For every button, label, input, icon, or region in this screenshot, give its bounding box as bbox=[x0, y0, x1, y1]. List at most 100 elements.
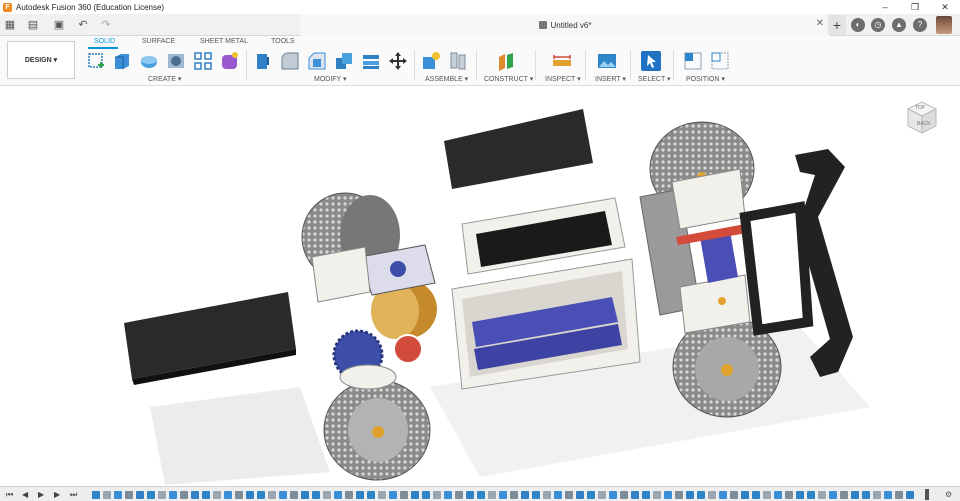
capture-position-icon[interactable] bbox=[710, 51, 730, 71]
fillet-icon[interactable] bbox=[280, 51, 300, 71]
timeline-feature-icon[interactable] bbox=[158, 491, 166, 499]
move-copy-icon[interactable] bbox=[388, 51, 408, 71]
timeline-feature-icon[interactable] bbox=[224, 491, 232, 499]
viewcube-top-label[interactable]: TOP bbox=[915, 105, 925, 111]
timeline-feature-icon[interactable] bbox=[598, 491, 606, 499]
timeline-feature-icon[interactable] bbox=[301, 491, 309, 499]
redo-icon[interactable]: ↷ bbox=[97, 17, 115, 33]
timeline-feature-icon[interactable] bbox=[653, 491, 661, 499]
timeline-feature-icon[interactable] bbox=[235, 491, 243, 499]
help-icon[interactable]: ? bbox=[913, 18, 927, 32]
timeline-feature-icon[interactable] bbox=[103, 491, 111, 499]
tab-tools[interactable]: TOOLS bbox=[271, 38, 295, 45]
timeline-feature-icon[interactable] bbox=[136, 491, 144, 499]
assemble-group-label[interactable]: ASSEMBLE ▾ bbox=[425, 75, 468, 83]
timeline-feature-icon[interactable] bbox=[895, 491, 903, 499]
timeline-feature-icon[interactable] bbox=[532, 491, 540, 499]
timeline-feature-icon[interactable] bbox=[719, 491, 727, 499]
timeline-feature-icon[interactable] bbox=[554, 491, 562, 499]
timeline-feature-icon[interactable] bbox=[246, 491, 254, 499]
timeline-feature-icon[interactable] bbox=[422, 491, 430, 499]
app-grid-icon[interactable]: ▦ bbox=[3, 17, 17, 33]
notifications-icon[interactable]: ▲ bbox=[892, 18, 906, 32]
hole-icon[interactable] bbox=[166, 51, 186, 71]
select-group-label[interactable]: SELECT ▾ bbox=[638, 75, 671, 83]
timeline-feature-icon[interactable] bbox=[114, 491, 122, 499]
shell-icon[interactable] bbox=[361, 51, 381, 71]
timeline-feature-icon[interactable] bbox=[741, 491, 749, 499]
insert-group-label[interactable]: INSERT ▾ bbox=[595, 75, 626, 83]
maximize-button[interactable]: ❐ bbox=[900, 0, 930, 14]
timeline-feature-icon[interactable] bbox=[191, 491, 199, 499]
timeline-feature-icon[interactable] bbox=[466, 491, 474, 499]
insert-image-icon[interactable] bbox=[597, 51, 617, 71]
position-group-label[interactable]: POSITION ▾ bbox=[686, 75, 725, 83]
timeline-feature-icon[interactable] bbox=[829, 491, 837, 499]
close-tab-icon[interactable]: ✕ bbox=[816, 18, 824, 29]
job-status-icon[interactable]: ◷ bbox=[871, 18, 885, 32]
timeline-feature-icon[interactable] bbox=[356, 491, 364, 499]
new-tab-button[interactable]: + bbox=[828, 15, 846, 35]
timeline-feature-icon[interactable] bbox=[202, 491, 210, 499]
timeline-feature-icon[interactable] bbox=[147, 491, 155, 499]
timeline-feature-icon[interactable] bbox=[279, 491, 287, 499]
tab-solid[interactable]: SOLID bbox=[94, 38, 115, 45]
timeline-feature-icon[interactable] bbox=[697, 491, 705, 499]
timeline-feature-icon[interactable] bbox=[796, 491, 804, 499]
chamfer-icon[interactable] bbox=[307, 51, 327, 71]
close-window-button[interactable]: ✕ bbox=[930, 0, 960, 14]
undo-icon[interactable]: ↶ bbox=[74, 17, 92, 33]
timeline-feature-icon[interactable] bbox=[213, 491, 221, 499]
timeline-feature-icon[interactable] bbox=[708, 491, 716, 499]
measure-icon[interactable] bbox=[552, 51, 572, 71]
modify-group-label[interactable]: MODIFY ▾ bbox=[314, 75, 347, 83]
timeline-feature-icon[interactable] bbox=[862, 491, 870, 499]
timeline-feature-icon[interactable] bbox=[664, 491, 672, 499]
timeline-feature-icon[interactable] bbox=[389, 491, 397, 499]
press-pull-icon[interactable] bbox=[253, 51, 273, 71]
viewcube[interactable]: TOP BACK bbox=[905, 99, 939, 139]
timeline-feature-icon[interactable] bbox=[433, 491, 441, 499]
timeline-feature-icon[interactable] bbox=[752, 491, 760, 499]
timeline-feature-icon[interactable] bbox=[334, 491, 342, 499]
select-icon[interactable] bbox=[641, 51, 661, 71]
save-icon[interactable]: ▣ bbox=[52, 17, 66, 33]
user-avatar[interactable] bbox=[936, 16, 952, 34]
timeline-feature-icon[interactable] bbox=[631, 491, 639, 499]
timeline-feature-icon[interactable] bbox=[906, 491, 914, 499]
timeline-feature-icon[interactable] bbox=[180, 491, 188, 499]
align-icon[interactable] bbox=[683, 51, 703, 71]
create-sketch-icon[interactable] bbox=[86, 51, 106, 71]
timeline-feature-icon[interactable] bbox=[488, 491, 496, 499]
timeline-feature-icon[interactable] bbox=[675, 491, 683, 499]
timeline-feature-icon[interactable] bbox=[411, 491, 419, 499]
new-component-icon[interactable] bbox=[421, 51, 441, 71]
timeline-feature-icon[interactable] bbox=[257, 491, 265, 499]
timeline-feature-icon[interactable] bbox=[587, 491, 595, 499]
timeline-feature-icon[interactable] bbox=[169, 491, 177, 499]
timeline-feature-icon[interactable] bbox=[807, 491, 815, 499]
timeline-next-button[interactable]: ▶ bbox=[54, 490, 60, 499]
create-group-label[interactable]: CREATE ▾ bbox=[148, 75, 181, 83]
viewport-canvas[interactable]: TOP BACK bbox=[0, 87, 960, 485]
timeline-settings-icon[interactable]: ⚙ bbox=[945, 490, 952, 499]
timeline-last-button[interactable]: ⏭ bbox=[70, 490, 77, 500]
timeline-feature-icon[interactable] bbox=[268, 491, 276, 499]
timeline-feature-icon[interactable] bbox=[873, 491, 881, 499]
timeline-feature-icon[interactable] bbox=[730, 491, 738, 499]
inspect-group-label[interactable]: INSPECT ▾ bbox=[545, 75, 581, 83]
tab-surface[interactable]: SURFACE bbox=[142, 38, 175, 45]
timeline-first-button[interactable]: ⏮ bbox=[6, 490, 13, 500]
timeline-feature-icon[interactable] bbox=[290, 491, 298, 499]
timeline-feature-icon[interactable] bbox=[818, 491, 826, 499]
timeline-feature-icon[interactable] bbox=[576, 491, 584, 499]
timeline-feature-icon[interactable] bbox=[620, 491, 628, 499]
timeline-feature-icon[interactable] bbox=[543, 491, 551, 499]
timeline-feature-icon[interactable] bbox=[521, 491, 529, 499]
timeline-feature-icon[interactable] bbox=[763, 491, 771, 499]
document-tab[interactable]: Untitled v6* ✕ bbox=[300, 14, 830, 36]
timeline-feature-icon[interactable] bbox=[378, 491, 386, 499]
timeline-feature-icon[interactable] bbox=[323, 491, 331, 499]
timeline-feature-icon[interactable] bbox=[345, 491, 353, 499]
rectangular-pattern-icon[interactable] bbox=[193, 51, 213, 71]
